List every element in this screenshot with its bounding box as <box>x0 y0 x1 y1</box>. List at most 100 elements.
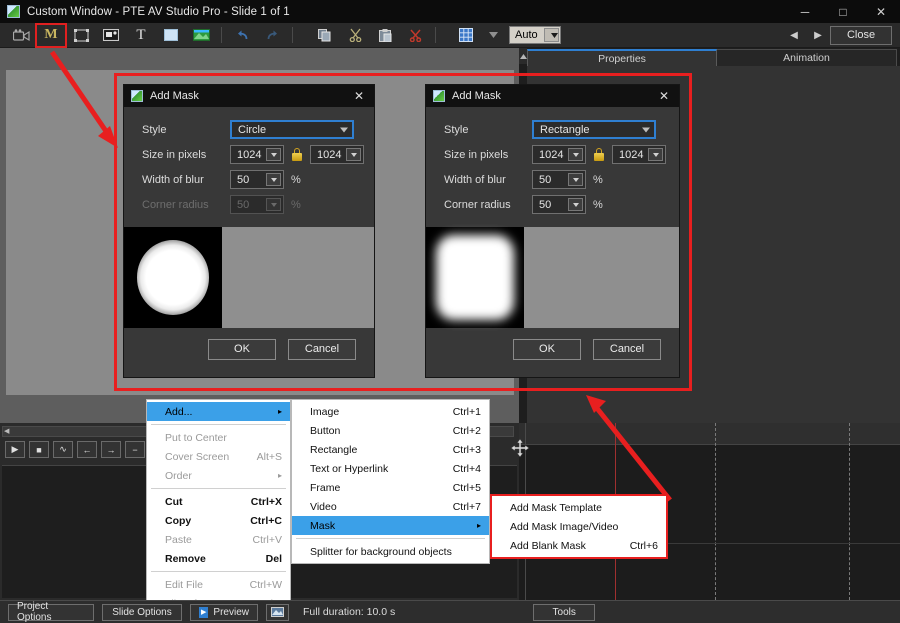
grid-dropdown-icon[interactable] <box>481 25 505 45</box>
window-title: Custom Window - PTE AV Studio Pro - Slid… <box>27 5 290 18</box>
menu-separator <box>151 571 286 572</box>
size-width-input-rectangle[interactable]: 1024 <box>532 145 586 164</box>
submenu-item-rectangle[interactable]: Rectangle Ctrl+3 <box>292 440 489 459</box>
chevron-right-icon: ▸ <box>277 471 282 480</box>
submenu-item-frame[interactable]: Frame Ctrl+5 <box>292 478 489 497</box>
size-width-input-circle[interactable]: 1024 <box>230 145 284 164</box>
chevron-right-icon: ▸ <box>476 521 481 530</box>
mask-icon[interactable]: M <box>35 22 67 48</box>
menu-item-cover-screen: Cover Screen Alt+S <box>147 447 290 466</box>
cancel-button-circle[interactable]: Cancel <box>288 338 356 360</box>
tab-animation[interactable]: Animation <box>717 49 897 66</box>
menu-item-edit-file: Edit File Ctrl+W <box>147 575 290 594</box>
size-label-circle: Size in pixels <box>142 148 207 161</box>
submenu-item-add-mask-image-video[interactable]: Add Mask Image/Video <box>492 517 666 536</box>
minimize-button[interactable]: ─ <box>786 0 824 23</box>
play-icon: ▶ <box>199 606 209 618</box>
submenu-item-add-blank-mask[interactable]: Add Blank Mask Ctrl+6 <box>492 536 666 555</box>
menu-item-remove[interactable]: Remove Del <box>147 549 290 568</box>
full-duration-label: Full duration: 10.0 s <box>303 606 396 618</box>
slide-options-button[interactable]: Slide Options <box>102 603 182 621</box>
dialog-body-rectangle: Style Rectangle Size in pixels 1024 1024 <box>426 107 679 328</box>
corner-dropdown-icon[interactable] <box>568 198 583 211</box>
preview-button[interactable]: ▶ Preview <box>190 603 258 621</box>
image-icon[interactable] <box>96 24 126 47</box>
menu-item-add[interactable]: Add... ▸ <box>147 402 290 421</box>
blur-label-rectangle: Width of blur <box>444 173 506 186</box>
ok-button-rectangle[interactable]: OK <box>513 338 581 360</box>
menu-item-label: Edit File <box>165 578 203 591</box>
tab-properties[interactable]: Properties <box>527 49 717 66</box>
menu-item-copy[interactable]: Copy Ctrl+C <box>147 511 290 530</box>
dialog-close-icon-circle[interactable]: ✕ <box>344 85 374 107</box>
rectangle-icon[interactable] <box>156 24 186 47</box>
submenu-item-video[interactable]: Video Ctrl+7 <box>292 497 489 516</box>
style-select-rectangle[interactable]: Rectangle <box>532 120 656 139</box>
submenu-item-text-or-hyperlink[interactable]: Text or Hyperlink Ctrl+4 <box>292 459 489 478</box>
menu-item-accel: Ctrl+4 <box>452 462 481 475</box>
submenu-item-mask[interactable]: Mask ▸ <box>292 516 489 535</box>
copy-icon[interactable] <box>310 24 340 47</box>
blur-input-rectangle[interactable]: 50 <box>532 170 586 189</box>
undo-icon[interactable] <box>227 24 257 47</box>
mask-submenu: Add Mask Template Add Mask Image/Video A… <box>490 494 668 559</box>
next-slide-button[interactable]: ▶ <box>806 25 830 45</box>
menu-item-accel: Ctrl+X <box>250 495 282 508</box>
text-icon[interactable]: T <box>126 24 156 47</box>
scroll-left-icon[interactable]: ◀ <box>4 427 9 435</box>
submenu-item-splitter[interactable]: Splitter for background objects <box>292 542 489 561</box>
dialog-close-icon-rectangle[interactable]: ✕ <box>649 85 679 107</box>
maximize-button[interactable]: □ <box>824 0 862 23</box>
delete-icon[interactable] <box>400 24 430 47</box>
video-icon[interactable] <box>186 24 216 47</box>
project-options-button[interactable]: Project Options <box>8 601 94 623</box>
stop-button[interactable]: ■ <box>29 441 49 458</box>
submenu-item-image[interactable]: Image Ctrl+1 <box>292 402 489 421</box>
chevron-down-icon[interactable] <box>544 28 559 42</box>
next-button[interactable]: → <box>101 441 121 458</box>
grid-icon[interactable] <box>451 24 481 47</box>
style-select-circle[interactable]: Circle <box>230 120 354 139</box>
tools-button[interactable]: Tools <box>533 603 596 621</box>
size-height-dropdown-icon[interactable] <box>346 148 361 161</box>
paste-icon[interactable] <box>370 24 400 47</box>
menu-item-paste: Paste Ctrl+V <box>147 530 290 549</box>
frame-icon[interactable] <box>66 24 96 47</box>
blur-dropdown-icon[interactable] <box>568 173 583 186</box>
preview-settings-button[interactable] <box>266 603 289 621</box>
submenu-item-button[interactable]: Button Ctrl+2 <box>292 421 489 440</box>
previous-slide-button[interactable]: ◀ <box>782 25 806 45</box>
zoom-select[interactable]: Auto <box>509 26 561 44</box>
size-width-value-circle: 1024 <box>237 148 262 161</box>
size-height-dropdown-icon[interactable] <box>648 148 663 161</box>
camera-icon[interactable] <box>6 24 36 47</box>
aspect-lock-icon-circle[interactable] <box>291 147 303 162</box>
waveform-button[interactable]: ∿ <box>53 441 73 458</box>
menu-item-label: Cut <box>165 495 183 508</box>
cancel-button-rectangle[interactable]: Cancel <box>593 338 661 360</box>
menu-item-accel: Ctrl+5 <box>452 481 481 494</box>
menu-item-accel: Ctrl+6 <box>629 539 658 552</box>
zoom-out-button[interactable]: − <box>125 441 145 458</box>
corner-input-rectangle[interactable]: 50 <box>532 195 586 214</box>
play-button[interactable]: ▶ <box>5 441 25 458</box>
size-width-dropdown-icon[interactable] <box>266 148 281 161</box>
size-width-dropdown-icon[interactable] <box>568 148 583 161</box>
ok-button-circle[interactable]: OK <box>208 338 276 360</box>
mask-shape-rectangle <box>435 235 515 320</box>
close-button[interactable]: Close <box>830 25 892 45</box>
blur-input-circle[interactable]: 50 <box>230 170 284 189</box>
menu-item-label: Remove <box>165 552 206 565</box>
menu-item-cut[interactable]: Cut Ctrl+X <box>147 492 290 511</box>
text-icon-glyph: T <box>136 26 146 43</box>
move-handle-icon[interactable] <box>508 437 532 459</box>
blur-dropdown-icon[interactable] <box>266 173 281 186</box>
aspect-lock-icon-rectangle[interactable] <box>593 147 605 162</box>
cut-icon[interactable] <box>340 24 370 47</box>
submenu-item-add-mask-template[interactable]: Add Mask Template <box>492 498 666 517</box>
previous-button[interactable]: ← <box>77 441 97 458</box>
size-height-input-circle[interactable]: 1024 <box>310 145 364 164</box>
size-height-input-rectangle[interactable]: 1024 <box>612 145 666 164</box>
redo-icon[interactable] <box>257 24 287 47</box>
close-window-button[interactable]: ✕ <box>862 0 900 23</box>
